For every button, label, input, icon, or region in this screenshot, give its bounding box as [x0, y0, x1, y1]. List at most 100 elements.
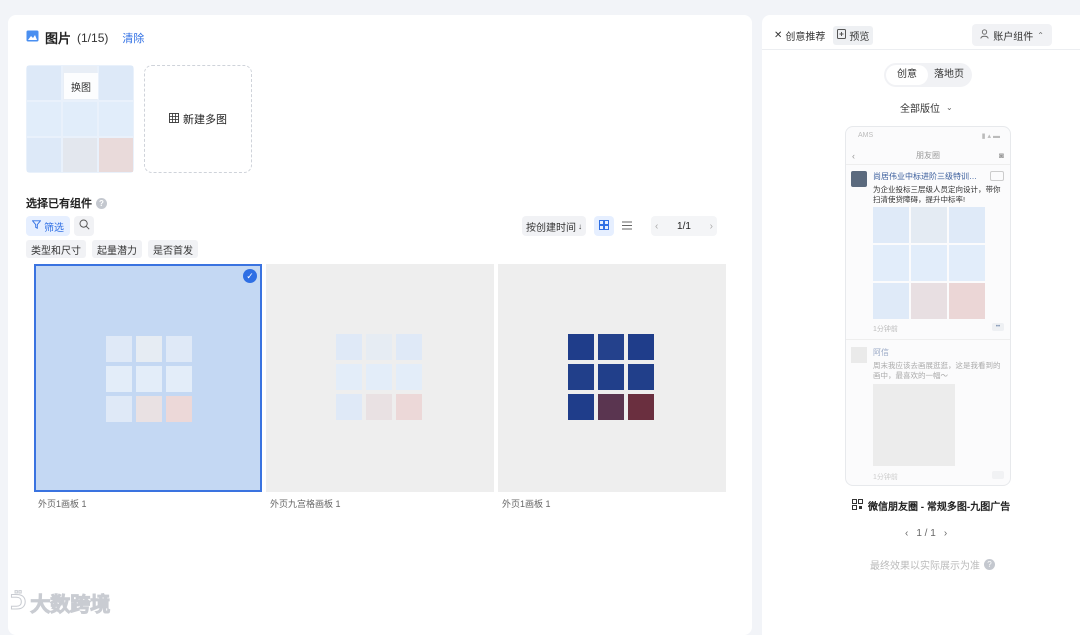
- grid-view-button[interactable]: [594, 216, 614, 236]
- help-icon[interactable]: ?: [984, 559, 995, 570]
- chevron-updown-icon: ⌃: [1037, 30, 1044, 40]
- friend-text: 周末我应该去画展逛逛，这是我看到的画中，最喜欢的一幅～: [873, 361, 1001, 380]
- tab-preview[interactable]: 预览: [833, 26, 874, 45]
- thumb-cell: [99, 138, 133, 172]
- friend-avatar: [851, 347, 867, 363]
- page-indicator: 1/1: [677, 220, 691, 232]
- check-icon: ✓: [243, 269, 257, 283]
- user-icon: [980, 28, 989, 42]
- sort-button[interactable]: 按创建时间 ↓: [522, 216, 586, 236]
- post-divider: [846, 339, 1010, 340]
- watermark-logo-icon: ᑒ: [9, 592, 27, 615]
- next-page-icon[interactable]: ›: [710, 221, 713, 232]
- card-preview: [106, 336, 192, 422]
- filter-button[interactable]: 筛选: [26, 216, 70, 236]
- grid-icon: [169, 112, 179, 126]
- card-label-1: 外页1画板 1: [38, 499, 87, 509]
- component-pager: ‹ 1/1 ›: [651, 216, 717, 236]
- right-panel-tabs: ✕ 创意推荐 预览: [774, 26, 874, 45]
- preview-page-indicator: 1 / 1: [916, 528, 936, 539]
- watermark: ᑒ 大数跨境: [9, 588, 111, 617]
- list-view-button[interactable]: [617, 216, 637, 236]
- tag-scale-potential[interactable]: 起量潜力: [92, 240, 142, 258]
- tab-creative-recommend[interactable]: ✕ 创意推荐: [774, 28, 825, 43]
- card-preview: [336, 334, 422, 420]
- ad-time: 1分钟前: [873, 326, 898, 333]
- account-component-label: 账户组件: [993, 31, 1034, 43]
- ad-image-grid: [873, 207, 985, 319]
- friend-name: 阿信: [873, 348, 889, 357]
- preview-pager: ‹ 1 / 1 ›: [905, 528, 947, 539]
- card-label-3: 外页1画板 1: [502, 499, 551, 509]
- grid-view-icon: [599, 217, 609, 235]
- image-icon: [26, 30, 39, 45]
- camera-icon: ◙: [999, 151, 1004, 160]
- component-card-3[interactable]: [498, 264, 726, 492]
- watermark-text: 大数跨境: [30, 594, 111, 617]
- sort-label: 按创建时间: [526, 222, 576, 234]
- search-button[interactable]: [74, 216, 94, 236]
- preview-segment: 创意 落地页: [884, 63, 972, 87]
- segment-creative[interactable]: 创意: [886, 65, 928, 85]
- phone-preview: AMS ▮ ▴ ▬ ‹ 朋友圈 ◙ 尚居伟业中标进阶三级特训营... 为企业投标…: [845, 126, 1011, 486]
- clear-link[interactable]: 清除: [122, 30, 144, 46]
- new-multi-image-label: 新建多图: [183, 114, 227, 126]
- segment-landing[interactable]: 落地页: [928, 65, 970, 85]
- friend-image: [873, 384, 955, 466]
- qrcode-icon[interactable]: [852, 498, 863, 513]
- format-label: 全部版位: [900, 104, 940, 115]
- preview-icon: [837, 29, 847, 42]
- sparkle-icon: ✕: [774, 30, 783, 41]
- moments-navbar: 朋友圈: [846, 147, 1010, 165]
- thumb-cell: [99, 102, 133, 136]
- component-card-2[interactable]: [266, 264, 494, 492]
- image-count: (1/15): [77, 30, 109, 45]
- ad-account-name: 尚居伟业中标进阶三级特训营...: [873, 172, 983, 181]
- ad-text: 为企业投标三层级人员定向设计，带你扫清使贷障碍，提升中标率!: [873, 185, 1001, 204]
- account-component-button[interactable]: 账户组件 ⌃: [972, 24, 1052, 46]
- select-existing-label: 选择已有组件: [26, 198, 92, 210]
- ad-avatar: [851, 171, 867, 187]
- disclaimer: 最终效果以实际展示为准 ?: [870, 557, 995, 572]
- thumb-cell: [63, 102, 97, 136]
- filter-icon: [31, 220, 42, 232]
- status-icons: ▮ ▴ ▬: [981, 133, 1000, 140]
- list-view-icon: [622, 217, 632, 235]
- component-card-1[interactable]: ✓: [34, 264, 262, 492]
- image-section-header: 图片 (1/15) 清除: [26, 28, 144, 47]
- swap-image-button[interactable]: 换图: [64, 73, 98, 99]
- tag-type-size[interactable]: 类型和尺寸: [26, 240, 86, 258]
- more-icon: [992, 471, 1004, 479]
- prev-page-icon[interactable]: ‹: [655, 221, 658, 232]
- chevron-down-icon: ⌄: [946, 103, 953, 112]
- arrow-down-icon: ↓: [578, 221, 582, 231]
- tag-first-release[interactable]: 是否首发: [148, 240, 198, 258]
- filter-tags: 类型和尺寸 起量潜力 是否首发: [26, 240, 198, 258]
- new-multi-image-button[interactable]: 新建多图: [144, 65, 252, 173]
- tab-creative-label: 创意推荐: [785, 32, 826, 43]
- ad-placement-label: 微信朋友圈 - 常规多图-九图广告: [868, 502, 1011, 513]
- select-existing-title: 选择已有组件 ?: [26, 195, 107, 211]
- prev-icon[interactable]: ‹: [905, 528, 908, 539]
- card-preview: [568, 334, 654, 420]
- thumb-cell: [27, 66, 61, 100]
- search-icon: [79, 217, 90, 235]
- tab-preview-label: 预览: [849, 32, 870, 43]
- image-title: 图片: [45, 31, 72, 46]
- status-carrier: AMS: [858, 132, 874, 139]
- card-label-2: 外页九宫格画板 1: [270, 499, 341, 509]
- filter-label: 筛选: [44, 222, 64, 234]
- disclaimer-text: 最终效果以实际展示为准: [870, 561, 980, 572]
- thumb-cell: [27, 138, 61, 172]
- thumb-cell: [63, 138, 97, 172]
- ad-placement-name: 微信朋友圈 - 常规多图-九图广告: [852, 498, 1010, 513]
- next-icon[interactable]: ›: [944, 528, 947, 539]
- format-dropdown[interactable]: 全部版位 ⌄: [900, 100, 953, 115]
- thumb-cell: [99, 66, 133, 100]
- friend-time: 1分钟前: [873, 474, 898, 481]
- more-icon: ••: [992, 323, 1004, 331]
- header-divider: [762, 49, 1080, 50]
- thumb-cell: [27, 102, 61, 136]
- help-icon[interactable]: ?: [96, 197, 107, 209]
- selected-image-thumbnail[interactable]: 换图: [26, 65, 134, 173]
